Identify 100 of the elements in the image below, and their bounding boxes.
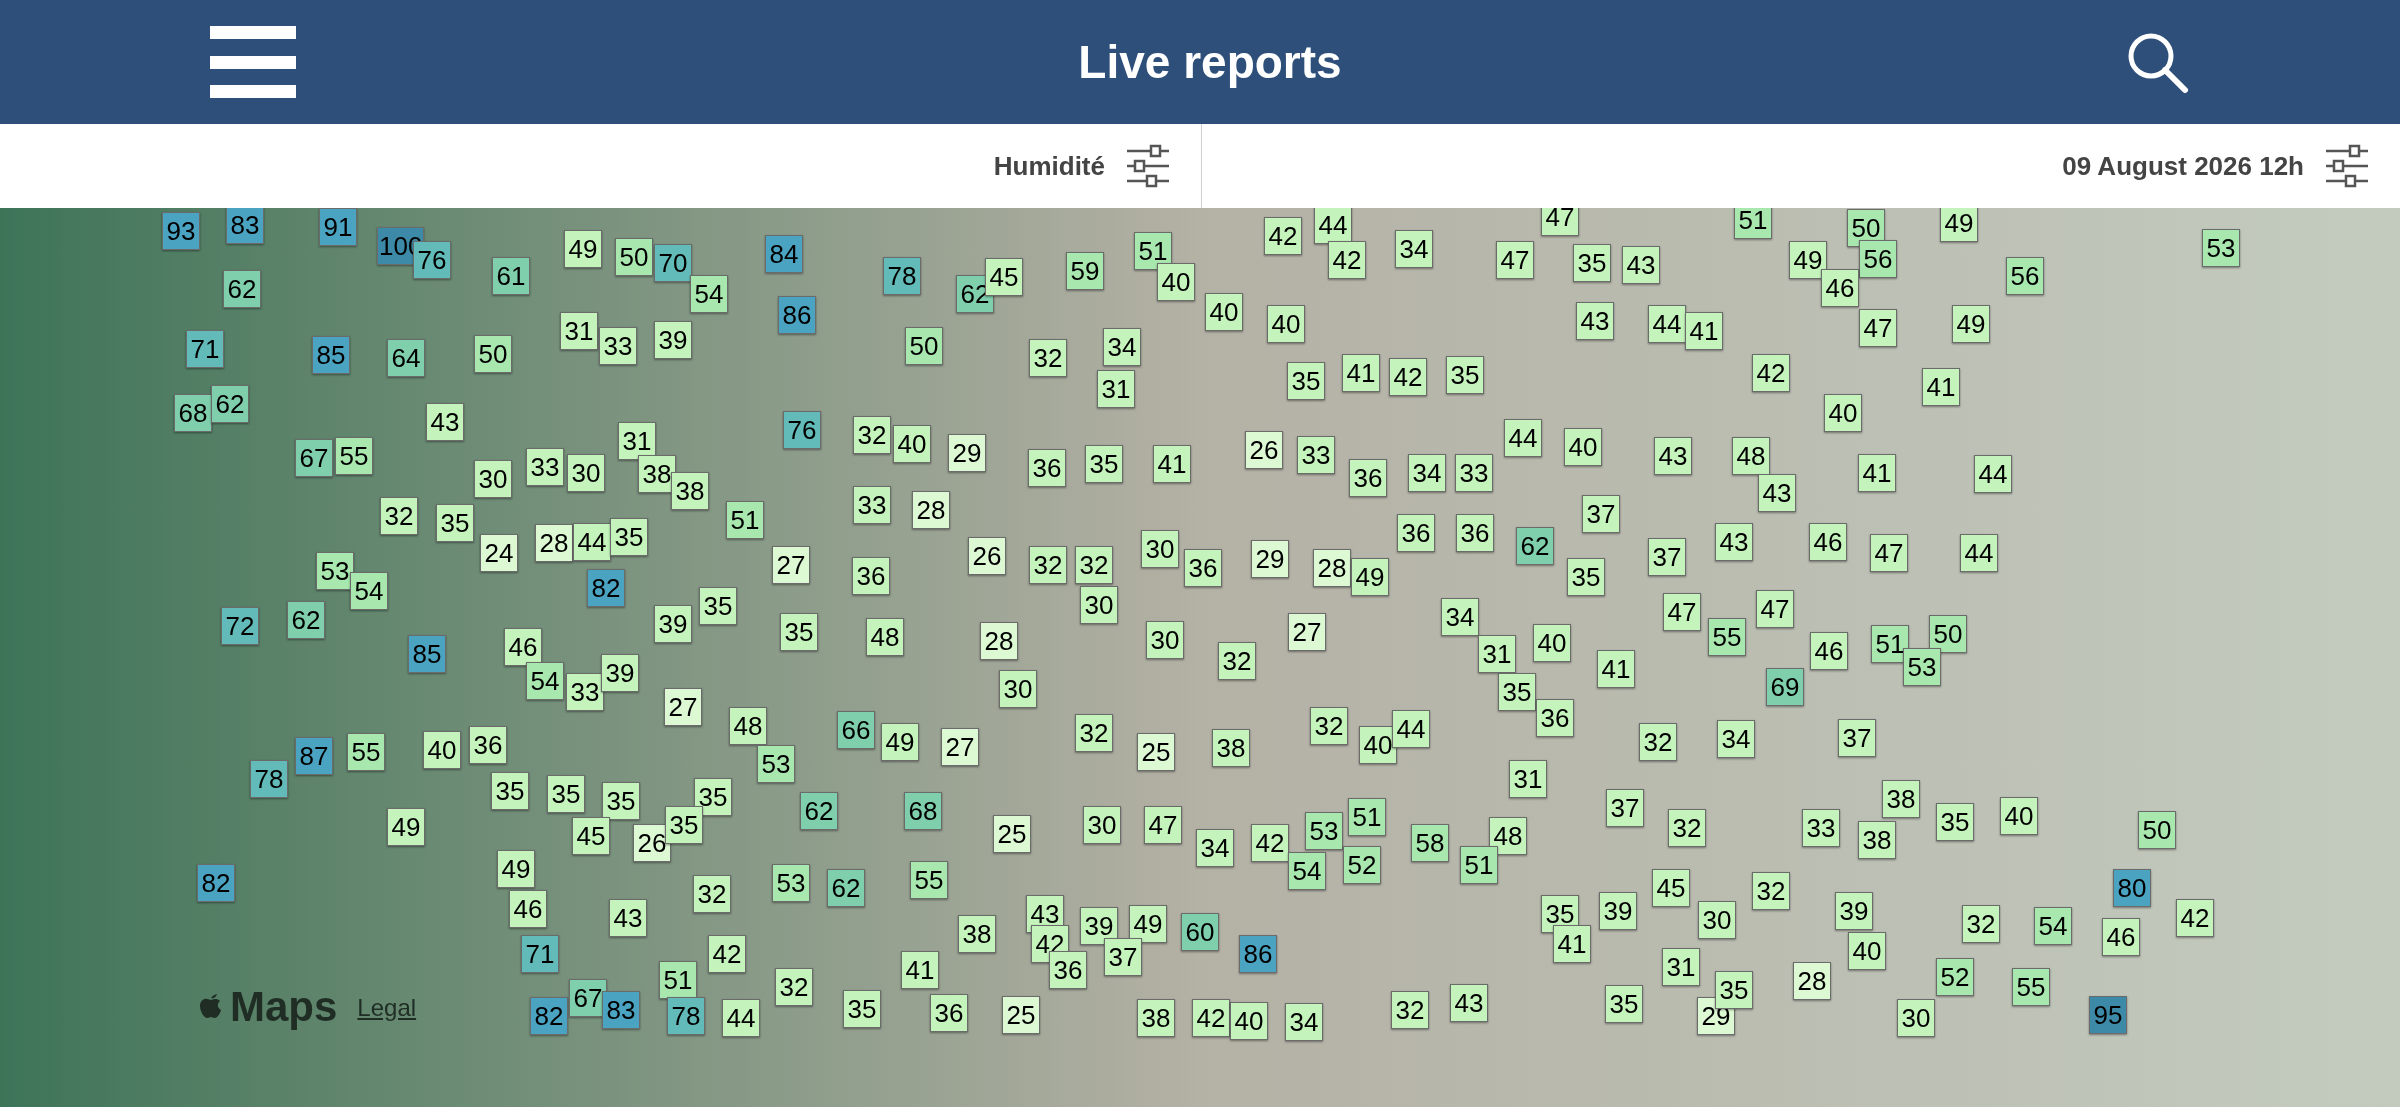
humidity-marker[interactable]: 53 [2202, 229, 2240, 267]
filter-label[interactable]: 09 August 2026 12h [2062, 146, 2304, 186]
humidity-marker[interactable]: 42 [1389, 358, 1427, 396]
humidity-marker[interactable]: 47 [1541, 208, 1579, 236]
humidity-marker[interactable]: 40 [2000, 797, 2038, 835]
humidity-marker[interactable]: 38 [1882, 780, 1920, 818]
humidity-marker[interactable]: 42 [708, 935, 746, 973]
humidity-marker[interactable]: 28 [980, 622, 1018, 660]
humidity-marker[interactable]: 36 [1049, 951, 1087, 989]
humidity-marker[interactable]: 35 [665, 806, 703, 844]
sliders-icon[interactable] [2324, 143, 2370, 189]
humidity-marker[interactable]: 37 [1606, 789, 1644, 827]
humidity-marker[interactable]: 51 [1871, 625, 1909, 663]
humidity-marker[interactable]: 43 [1622, 246, 1660, 284]
humidity-marker[interactable]: 47 [1496, 241, 1534, 279]
humidity-marker[interactable]: 51 [1134, 232, 1172, 270]
humidity-marker[interactable]: 41 [1342, 354, 1380, 392]
humidity-marker[interactable]: 76 [783, 411, 821, 449]
humidity-marker[interactable]: 85 [312, 336, 350, 374]
humidity-marker[interactable]: 48 [866, 618, 904, 656]
humidity-marker[interactable]: 48 [1732, 437, 1770, 475]
humidity-marker[interactable]: 32 [1962, 905, 2000, 943]
humidity-marker[interactable]: 31 [1478, 635, 1516, 673]
humidity-marker[interactable]: 33 [853, 486, 891, 524]
humidity-marker[interactable]: 33 [1802, 809, 1840, 847]
humidity-marker[interactable]: 31 [560, 312, 598, 350]
humidity-marker[interactable]: 47 [1144, 806, 1182, 844]
humidity-marker[interactable]: 37 [1838, 719, 1876, 757]
humidity-marker[interactable]: 38 [958, 915, 996, 953]
humidity-marker[interactable]: 78 [667, 997, 705, 1035]
humidity-marker[interactable]: 54 [526, 662, 564, 700]
humidity-marker[interactable]: 40 [893, 425, 931, 463]
humidity-marker[interactable]: 51 [1734, 208, 1772, 239]
humidity-marker[interactable]: 36 [930, 994, 968, 1032]
humidity-marker[interactable]: 70 [654, 244, 692, 282]
humidity-marker[interactable]: 51 [726, 501, 764, 539]
humidity-marker[interactable]: 54 [2034, 907, 2072, 945]
humidity-marker[interactable]: 82 [530, 997, 568, 1035]
humidity-marker[interactable]: 49 [1940, 208, 1978, 242]
humidity-marker[interactable]: 35 [780, 613, 818, 651]
humidity-marker[interactable]: 83 [602, 991, 640, 1029]
humidity-marker[interactable]: 37 [1648, 538, 1686, 576]
humidity-marker[interactable]: 47 [1756, 590, 1794, 628]
humidity-marker[interactable]: 55 [910, 861, 948, 899]
humidity-marker[interactable]: 44 [1960, 534, 1998, 572]
humidity-marker[interactable]: 32 [775, 968, 813, 1006]
humidity-marker[interactable]: 30 [999, 670, 1037, 708]
humidity-marker[interactable]: 41 [1553, 925, 1591, 963]
humidity-marker[interactable]: 49 [1129, 905, 1167, 943]
humidity-marker[interactable]: 43 [1758, 474, 1796, 512]
humidity-marker[interactable]: 71 [521, 935, 559, 973]
humidity-marker[interactable]: 36 [469, 726, 507, 764]
humidity-marker[interactable]: 67 [569, 979, 607, 1017]
humidity-marker[interactable]: 49 [1789, 241, 1827, 279]
humidity-marker[interactable]: 62 [827, 869, 865, 907]
humidity-marker[interactable]: 32 [1075, 546, 1113, 584]
humidity-marker[interactable]: 24 [480, 534, 518, 572]
humidity-marker[interactable]: 33 [1297, 436, 1335, 474]
humidity-marker[interactable]: 32 [1668, 809, 1706, 847]
humidity-marker[interactable]: 49 [1351, 558, 1389, 596]
humidity-marker[interactable]: 30 [1083, 806, 1121, 844]
humidity-marker[interactable]: 58 [1411, 824, 1449, 862]
humidity-marker[interactable]: 53 [316, 552, 354, 590]
humidity-marker[interactable]: 32 [1218, 642, 1256, 680]
humidity-marker[interactable]: 46 [509, 890, 547, 928]
humidity-marker[interactable]: 27 [772, 546, 810, 584]
humidity-marker[interactable]: 43 [426, 403, 464, 441]
humidity-marker[interactable]: 33 [1455, 454, 1493, 492]
humidity-marker[interactable]: 62 [800, 792, 838, 830]
humidity-marker[interactable]: 31 [1097, 370, 1135, 408]
humidity-marker[interactable]: 66 [837, 711, 875, 749]
humidity-marker[interactable]: 51 [1460, 846, 1498, 884]
humidity-marker[interactable]: 52 [1936, 958, 1974, 996]
humidity-marker[interactable]: 62 [211, 385, 249, 423]
humidity-marker[interactable]: 35 [1715, 971, 1753, 1009]
humidity-marker[interactable]: 32 [1310, 707, 1348, 745]
humidity-marker[interactable]: 27 [1288, 613, 1326, 651]
humidity-marker[interactable]: 49 [387, 808, 425, 846]
humidity-marker[interactable]: 91 [319, 208, 357, 246]
humidity-marker[interactable]: 40 [1267, 305, 1305, 343]
humidity-marker[interactable]: 35 [1567, 558, 1605, 596]
humidity-marker[interactable]: 36 [1536, 699, 1574, 737]
humidity-marker[interactable]: 42 [1192, 999, 1230, 1037]
humidity-marker[interactable]: 47 [1859, 309, 1897, 347]
humidity-marker[interactable]: 83 [226, 208, 264, 244]
humidity-marker[interactable]: 55 [335, 437, 373, 475]
humidity-marker[interactable]: 35 [1287, 362, 1325, 400]
humidity-marker[interactable]: 35 [1605, 985, 1643, 1023]
humidity-marker[interactable]: 35 [547, 775, 585, 813]
humidity-marker[interactable]: 32 [380, 497, 418, 535]
humidity-marker[interactable]: 42 [1251, 824, 1289, 862]
humidity-marker[interactable]: 50 [615, 238, 653, 276]
humidity-marker[interactable]: 53 [1305, 812, 1343, 850]
humidity-marker[interactable]: 34 [1285, 1003, 1323, 1041]
humidity-marker[interactable]: 30 [1141, 530, 1179, 568]
humidity-marker[interactable]: 35 [436, 504, 474, 542]
humidity-marker[interactable]: 55 [1708, 618, 1746, 656]
humidity-marker[interactable]: 51 [1348, 798, 1386, 836]
humidity-marker[interactable]: 48 [729, 707, 767, 745]
humidity-marker[interactable]: 67 [295, 439, 333, 477]
